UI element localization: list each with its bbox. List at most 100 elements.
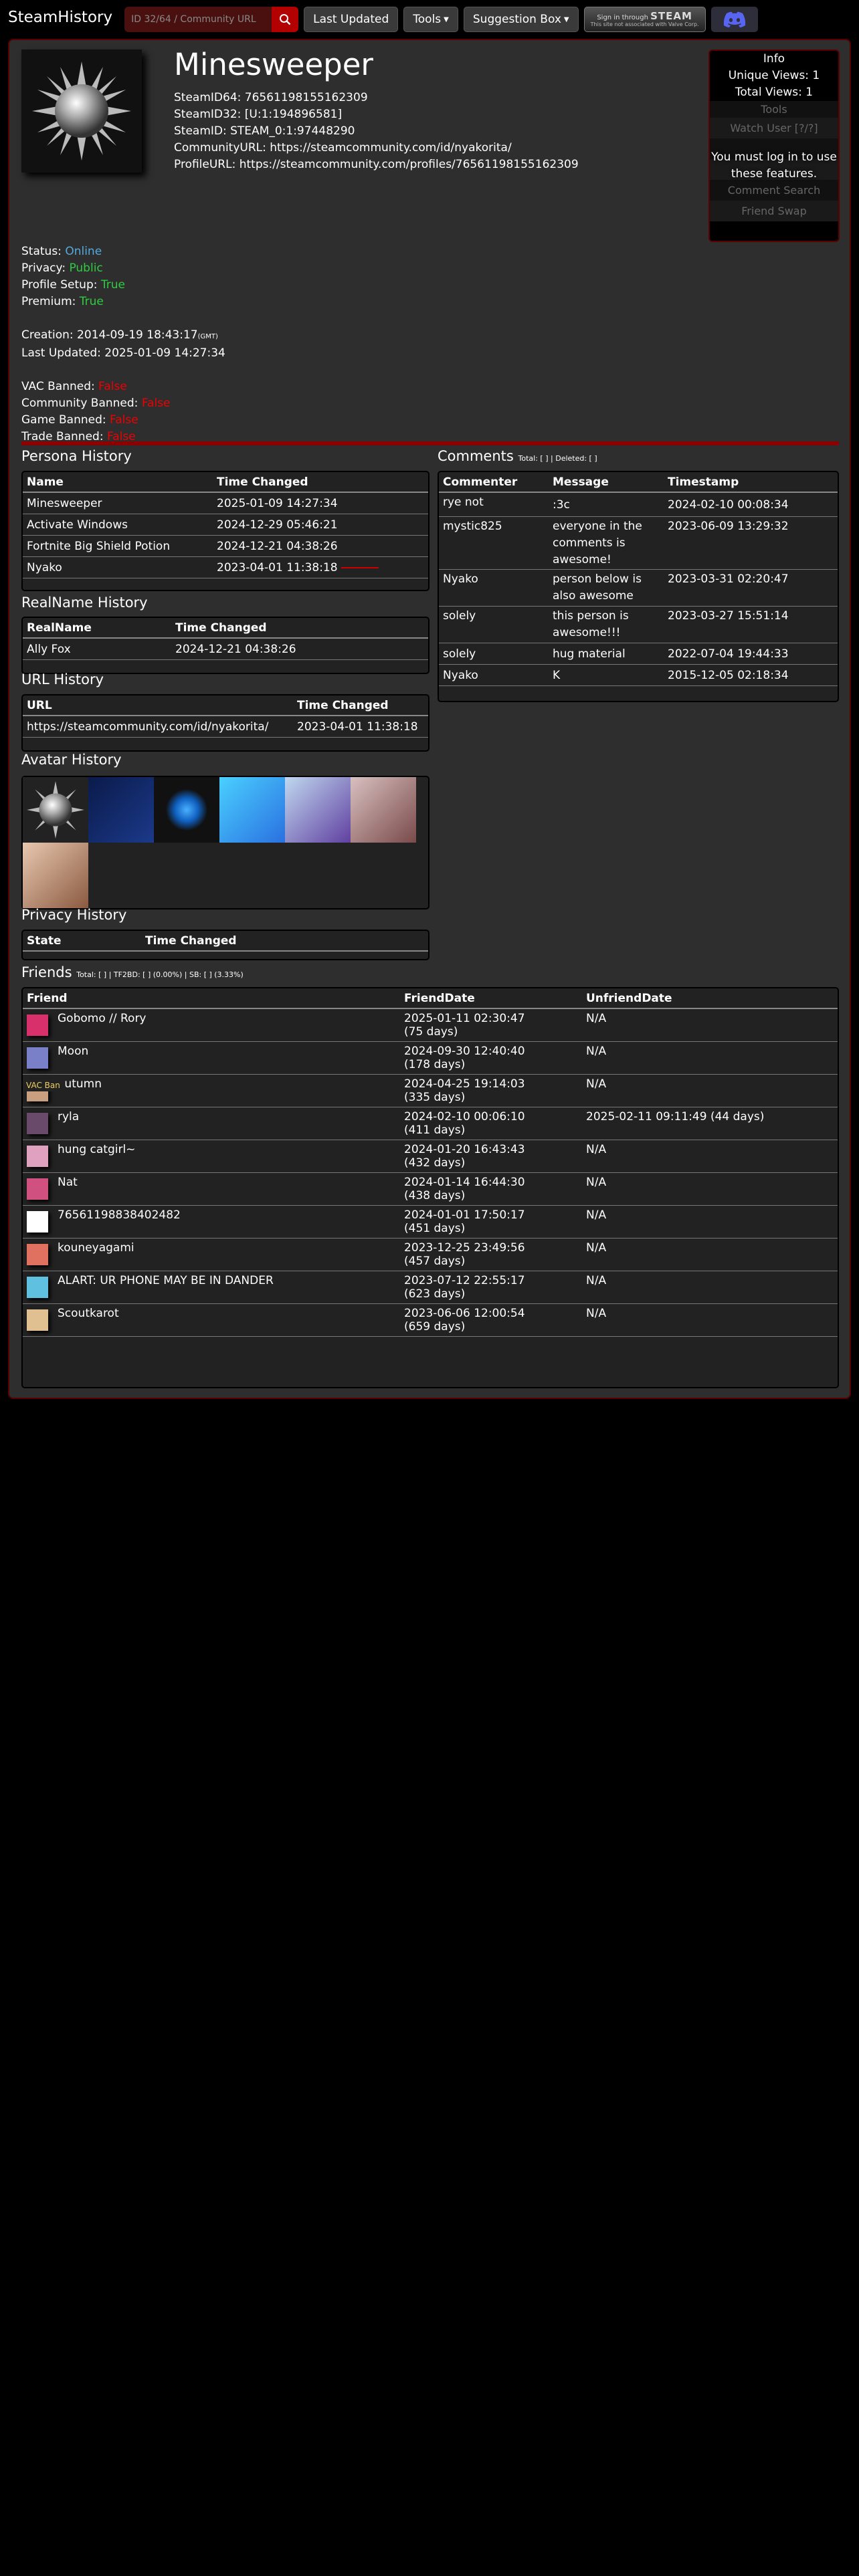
commenter-link[interactable]: solely bbox=[443, 647, 476, 661]
creation-row: Creation: 2014-09-19 18:43:17(GMT) bbox=[21, 327, 225, 345]
friends-table: Friend FriendDate UnfriendDate Gobomo // R… bbox=[21, 987, 839, 1388]
steam-signin-note: This site not associated with Valve Corp… bbox=[590, 21, 699, 27]
friend-avatar[interactable] bbox=[27, 1047, 48, 1069]
comments-summary: Total: [ ] | Deleted: [ ] bbox=[518, 454, 597, 463]
friend-date: 2024-01-20 16:43:43 bbox=[404, 1143, 525, 1156]
friend-avatar[interactable] bbox=[27, 1211, 48, 1232]
friend-link[interactable]: 76561198838402482 bbox=[58, 1208, 181, 1222]
navbar: SteamHistory Last Updated Tools▼ Suggest… bbox=[0, 0, 859, 39]
comments-title: Comments bbox=[438, 448, 514, 464]
friend-avatar[interactable] bbox=[27, 1178, 48, 1200]
table-row: solely hug material 2022-07-04 19:44:33 bbox=[439, 643, 838, 665]
avatar-history-item[interactable] bbox=[154, 777, 219, 843]
friend-link[interactable]: ALART: UR PHONE MAY BE IN DANDER bbox=[58, 1274, 274, 1287]
friend-days: (659 days) bbox=[404, 1320, 466, 1333]
unfriend-date: 2025-02-11 09:11:49 (44 days) bbox=[582, 1107, 838, 1140]
discord-button[interactable] bbox=[710, 7, 758, 32]
persona-name: Fortnite Big Shield Potion bbox=[23, 535, 213, 557]
table-row: mystic825 everyone in the comments is awe… bbox=[439, 516, 838, 570]
friend-days: (178 days) bbox=[404, 1058, 466, 1071]
table-row: kouneyagami 2023-12-25 23:49:56 (457 days… bbox=[23, 1238, 838, 1271]
persona-name: Nyako bbox=[23, 556, 213, 578]
commenter-link[interactable]: Nyako bbox=[443, 572, 478, 586]
comment-timestamp: 2023-03-27 15:51:14 bbox=[664, 606, 838, 643]
watch-user-button[interactable]: Watch User [?/?] bbox=[710, 118, 838, 138]
avatar-history-item[interactable] bbox=[23, 777, 88, 843]
status-block: Status: Online Privacy: Public Profile S… bbox=[21, 243, 225, 445]
table-row: 76561198838402482 2024-01-01 17:50:17 (45… bbox=[23, 1205, 838, 1239]
avatar-history-item[interactable] bbox=[351, 777, 416, 843]
profile-setup-value: True bbox=[100, 278, 125, 292]
friend-avatar[interactable] bbox=[27, 1277, 48, 1298]
profile-url-row: ProfileURL: https://steamcommunity.com/p… bbox=[174, 156, 579, 173]
table-header: Friend FriendDate UnfriendDate bbox=[23, 988, 838, 1009]
profile-url-link[interactable]: https://steamcommunity.com/profiles/7656… bbox=[240, 158, 579, 171]
friend-link[interactable]: Gobomo // Rory bbox=[58, 1012, 147, 1025]
persona-history-title: Persona History bbox=[21, 448, 132, 464]
privacy-history-title: Privacy History bbox=[21, 907, 127, 923]
premium-row: Premium: True bbox=[21, 294, 225, 310]
friend-link[interactable]: Nat bbox=[58, 1176, 78, 1189]
brand-logo[interactable]: SteamHistory bbox=[8, 9, 112, 26]
search-icon bbox=[280, 14, 291, 25]
friend-avatar[interactable] bbox=[27, 1244, 48, 1265]
friend-avatar[interactable] bbox=[27, 1113, 48, 1134]
suggestion-box-label: Suggestion Box bbox=[472, 13, 561, 26]
avatar-history-item[interactable] bbox=[23, 843, 88, 908]
friend-date: 2024-01-01 17:50:17 bbox=[404, 1208, 525, 1222]
persona-name: Minesweeper bbox=[23, 492, 213, 514]
table-row: Activate Windows 2024-12-29 05:46:21 bbox=[23, 514, 428, 536]
col-commenter: Commenter bbox=[439, 472, 549, 493]
friend-link[interactable]: kouneyagami bbox=[58, 1241, 134, 1255]
commenter-link[interactable]: mystic825 bbox=[443, 520, 502, 533]
friends-summary: Total: [ ] | TF2BD: [ ] (0.00%) | SB: [ … bbox=[76, 970, 244, 979]
url-value: https://steamcommunity.com/id/nyakorita/ bbox=[23, 716, 293, 738]
comment-search-button[interactable]: Comment Search bbox=[710, 180, 838, 201]
friend-avatar[interactable] bbox=[27, 1309, 48, 1331]
unfriend-date: N/A bbox=[582, 1271, 838, 1304]
suggestion-box-dropdown[interactable]: Suggestion Box ▼ bbox=[463, 7, 579, 32]
friend-link[interactable]: ryla bbox=[58, 1110, 79, 1123]
friend-date: 2023-12-25 23:49:56 bbox=[404, 1241, 525, 1255]
comment-timestamp: 2022-07-04 19:44:33 bbox=[664, 643, 838, 665]
comment-timestamp: 2024-02-10 00:08:34 bbox=[664, 492, 838, 517]
unfriend-date: N/A bbox=[582, 1238, 838, 1271]
table-row: Ally Fox 2024-12-21 04:38:26 bbox=[23, 638, 428, 660]
table-header: Commenter Message Timestamp bbox=[439, 472, 838, 493]
col-time: Time Changed bbox=[171, 618, 428, 639]
game-ban-row: Game Banned: False bbox=[21, 412, 225, 429]
commenter-link[interactable]: rye not bbox=[443, 496, 484, 509]
community-url: CommunityURL: https://steamcommunity.com… bbox=[174, 141, 512, 154]
friend-avatar[interactable] bbox=[27, 1146, 48, 1167]
col-time: Time Changed bbox=[213, 472, 428, 493]
commenter-link[interactable]: solely bbox=[443, 609, 476, 623]
friend-swap-button[interactable]: Friend Swap bbox=[710, 201, 838, 221]
table-row: Nyako K 2015-12-05 02:18:34 bbox=[439, 664, 838, 686]
community-ban-label: Community Banned: bbox=[21, 397, 142, 410]
avatar-history-item[interactable] bbox=[219, 777, 285, 843]
friend-link[interactable]: hung catgirl~ bbox=[58, 1143, 135, 1156]
col-friend: Friend bbox=[23, 988, 400, 1009]
friend-link[interactable]: autumn bbox=[58, 1077, 102, 1091]
avatar-history-item[interactable] bbox=[88, 777, 154, 843]
creation-tz: (GMT) bbox=[197, 333, 218, 340]
commenter-link[interactable]: Nyako bbox=[443, 669, 478, 682]
friend-avatar[interactable] bbox=[27, 1014, 48, 1036]
friend-link[interactable]: Moon bbox=[58, 1045, 88, 1058]
avatar-history-grid bbox=[21, 776, 430, 909]
unfriend-date: N/A bbox=[582, 1172, 838, 1206]
search-button[interactable] bbox=[272, 7, 299, 32]
persona-time: 2025-01-09 14:27:34 bbox=[213, 492, 428, 514]
tools-dropdown[interactable]: Tools ▼ bbox=[403, 7, 458, 32]
friend-days: (457 days) bbox=[404, 1255, 466, 1268]
col-url: URL bbox=[23, 695, 293, 716]
avatar-history-item[interactable] bbox=[285, 777, 351, 843]
friend-link[interactable]: Scoutkarot bbox=[58, 1307, 119, 1320]
steam-signin-button[interactable]: Sign in through STEAM This site not asso… bbox=[583, 7, 706, 32]
info-panel: Info Unique Views: 1 Total Views: 1 Tool… bbox=[708, 49, 840, 242]
search-input[interactable] bbox=[124, 7, 272, 32]
table-header: URL Time Changed bbox=[23, 695, 428, 716]
red-marker bbox=[341, 566, 379, 568]
last-updated-button[interactable]: Last Updated bbox=[304, 7, 399, 32]
